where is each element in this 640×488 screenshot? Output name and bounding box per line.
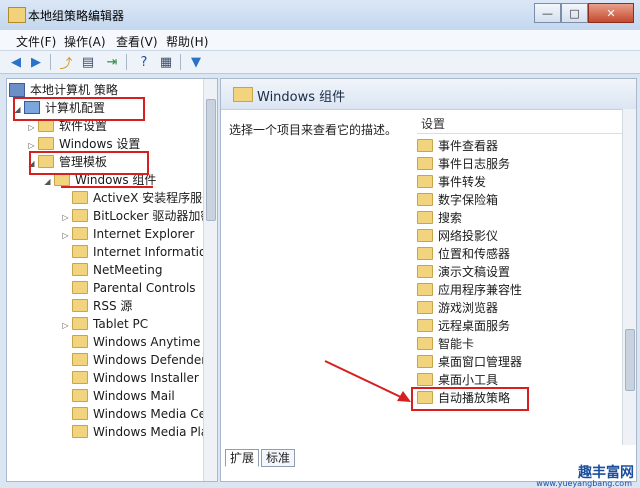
show-hide-tree-icon[interactable]: ▤ bbox=[80, 54, 96, 70]
folder-icon bbox=[72, 245, 88, 258]
up-icon[interactable]: ⤴ bbox=[58, 54, 74, 72]
folder-icon bbox=[72, 299, 88, 312]
view-tabs: 扩展 标准 bbox=[225, 449, 297, 467]
folder-icon bbox=[72, 317, 88, 330]
toolbar-separator bbox=[180, 54, 181, 70]
minimize-button[interactable]: — bbox=[534, 3, 561, 23]
folder-icon bbox=[72, 227, 88, 240]
toolbar: ◀ ▶ ⤴ ▤ ⇥ ? ▦ ▼ bbox=[0, 51, 640, 74]
tree-item[interactable]: Windows Media Cer bbox=[61, 405, 211, 423]
scrollbar-thumb[interactable] bbox=[625, 329, 635, 391]
scrollbar-thumb[interactable] bbox=[206, 99, 216, 221]
folder-icon bbox=[72, 335, 88, 348]
folder-icon bbox=[72, 425, 88, 438]
tree-item[interactable]: Windows Media Play bbox=[61, 423, 215, 441]
close-button[interactable]: ✕ bbox=[588, 3, 634, 23]
menu-bar: 文件(F) 操作(A) 查看(V) 帮助(H) bbox=[0, 30, 640, 51]
folder-icon bbox=[72, 353, 88, 366]
highlight-box-computer-config bbox=[13, 97, 145, 121]
menu-help[interactable]: 帮助(H) bbox=[166, 33, 208, 50]
details-scrollbar[interactable] bbox=[622, 109, 636, 445]
tab-extended[interactable]: 扩展 bbox=[225, 449, 260, 467]
app-icon bbox=[8, 7, 26, 23]
toolbar-separator bbox=[50, 54, 51, 70]
watermark-url: www.yueyangbang.com bbox=[536, 479, 632, 488]
folder-icon bbox=[72, 281, 88, 294]
tree-item[interactable]: Windows Mail bbox=[61, 387, 175, 405]
help-icon[interactable]: ? bbox=[136, 54, 152, 70]
tree-pane[interactable]: 本地计算机 策略 ◢ 计算机配置 ▷ 软件设置 ▷ Windows 设置 ◢ 管理模板 … bbox=[6, 78, 218, 482]
folder-icon bbox=[38, 137, 54, 150]
underline-windows-components bbox=[61, 186, 153, 188]
tree-scrollbar[interactable] bbox=[203, 79, 217, 481]
highlight-box-admin-templates bbox=[29, 151, 149, 175]
tree-item[interactable]: ▷ BitLocker 驱动器加密 bbox=[61, 207, 212, 225]
forward-icon[interactable]: ▶ bbox=[28, 54, 44, 70]
menu-view[interactable]: 查看(V) bbox=[116, 33, 158, 50]
tree-item[interactable]: NetMeeting bbox=[61, 261, 162, 279]
folder-icon bbox=[72, 371, 88, 384]
maximize-button[interactable]: □ bbox=[561, 3, 588, 23]
folder-icon bbox=[72, 407, 88, 420]
folder-icon bbox=[72, 209, 88, 222]
properties-icon[interactable]: ▦ bbox=[158, 54, 174, 70]
tree-item[interactable]: Windows Defender bbox=[61, 351, 206, 369]
folder-icon bbox=[72, 389, 88, 402]
tree-item[interactable]: ▷ Tablet PC bbox=[61, 315, 148, 333]
menu-action[interactable]: 操作(A) bbox=[64, 33, 106, 50]
arrow-line bbox=[324, 360, 406, 400]
tree-item[interactable]: RSS 源 bbox=[61, 297, 132, 315]
collapse-arrow-icon[interactable]: ◢ bbox=[43, 173, 52, 191]
tree-item[interactable]: ActiveX 安装程序服务 bbox=[61, 189, 214, 207]
tree-item[interactable]: Windows Installer bbox=[61, 369, 199, 387]
menu-file[interactable]: 文件(F) bbox=[16, 33, 56, 50]
window-controls: — □ ✕ bbox=[534, 3, 634, 23]
tree-item[interactable]: Parental Controls bbox=[61, 279, 196, 297]
back-icon[interactable]: ◀ bbox=[8, 54, 24, 70]
gpedit-window: 本地组策略编辑器 — □ ✕ 文件(F) 操作(A) 查看(V) 帮助(H) ◀… bbox=[0, 0, 640, 488]
tree-item[interactable]: ▷ Internet Explorer bbox=[61, 225, 194, 243]
details-pane: Windows 组件 选择一个项目来查看它的描述。 设置 事件查看器 事件日志服… bbox=[220, 78, 637, 482]
annotation-arrow bbox=[324, 360, 411, 402]
tree-item[interactable]: Internet Information bbox=[61, 243, 214, 261]
filter-icon[interactable]: ▼ bbox=[188, 54, 204, 70]
title-bar[interactable]: 本地组策略编辑器 — □ ✕ bbox=[0, 0, 640, 30]
toolbar-separator bbox=[126, 54, 127, 70]
window-title: 本地组策略编辑器 bbox=[28, 9, 125, 23]
tree-item[interactable]: Windows Anytime Up bbox=[61, 333, 217, 351]
export-icon[interactable]: ⇥ bbox=[104, 54, 120, 70]
policy-icon bbox=[9, 82, 25, 97]
folder-icon bbox=[72, 191, 88, 204]
tab-standard[interactable]: 标准 bbox=[261, 449, 296, 467]
folder-icon bbox=[72, 263, 88, 276]
